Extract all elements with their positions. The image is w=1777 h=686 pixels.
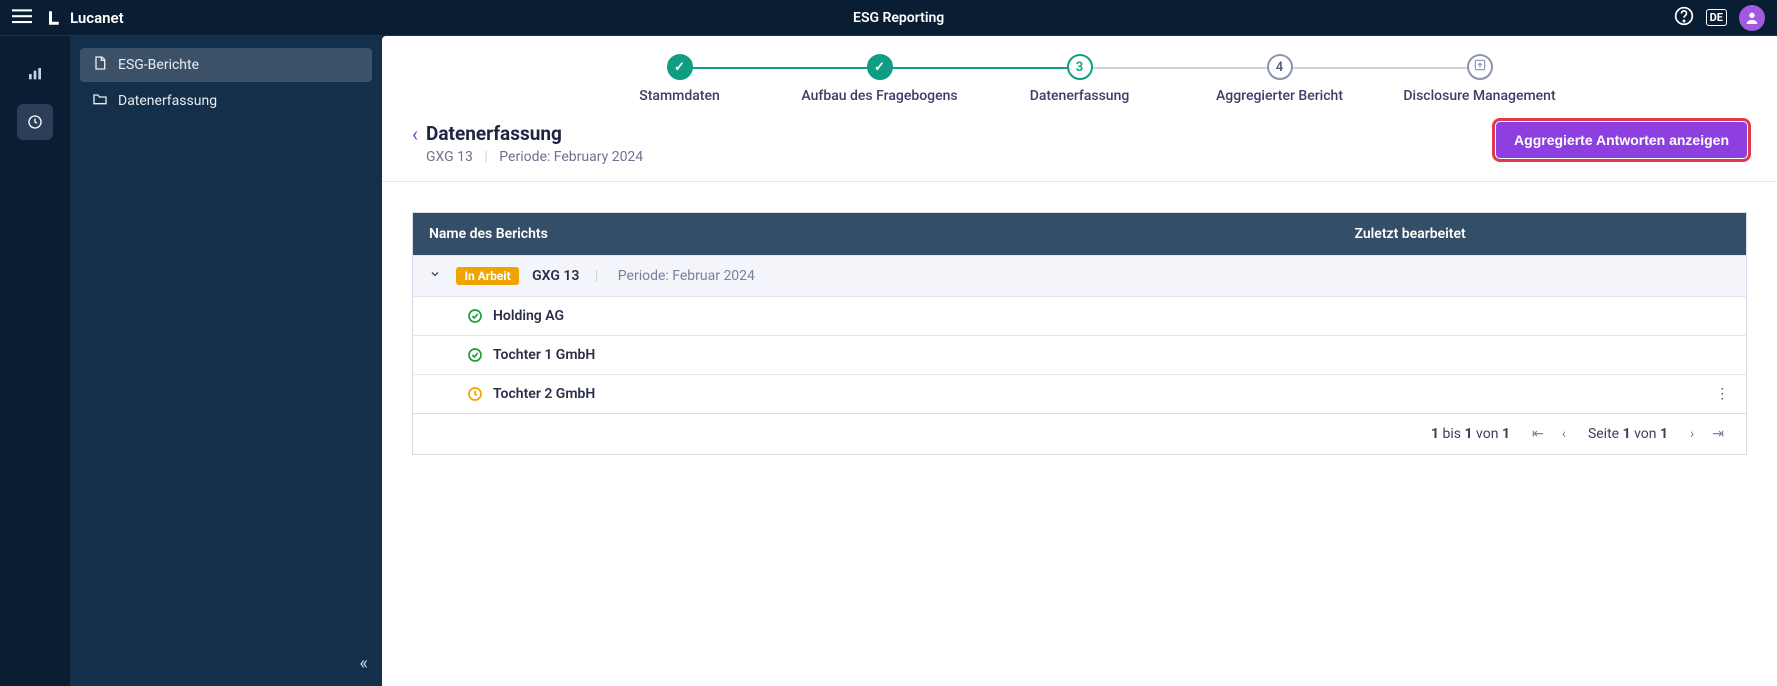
group-name: GXG 13 (532, 268, 579, 284)
col-modified: Zuletzt bearbeitet (1339, 213, 1699, 256)
table-row[interactable]: Tochter 1 GmbH (413, 336, 1747, 375)
sidebar-item-label: ESG-Berichte (118, 57, 199, 73)
pager-prev[interactable]: ‹ (1558, 424, 1570, 444)
export-icon (1473, 58, 1487, 76)
back-button[interactable]: ‹ (412, 122, 418, 146)
show-aggregated-button[interactable]: Aggregierte Antworten anzeigen (1496, 122, 1747, 158)
check-circle-icon (467, 347, 483, 363)
folder-icon (92, 91, 108, 111)
chevron-down-icon[interactable] (429, 268, 443, 284)
step-disclosure[interactable]: Disclosure Management (1380, 54, 1580, 104)
pager-first[interactable]: ⇤ (1528, 424, 1548, 444)
clock-icon (467, 386, 483, 402)
progress-stepper: ✓ Stammdaten ✓ Aufbau des Fragebogens 3 … (382, 36, 1777, 104)
row-actions-menu[interactable]: ⋮ (1699, 375, 1747, 414)
app-title: ESG Reporting (124, 10, 1674, 26)
group-period: Periode: Februar 2024 (618, 268, 755, 284)
check-icon: ✓ (674, 60, 685, 75)
rail-item-analytics[interactable] (17, 56, 53, 92)
brand-logo: Lucanet (46, 9, 124, 27)
step-aufbau[interactable]: ✓ Aufbau des Fragebogens (780, 54, 980, 104)
sidebar-item-label: Datenerfassung (118, 93, 217, 109)
step-aggregiert[interactable]: 4 Aggregierter Bericht (1180, 54, 1380, 104)
page-title: Datenerfassung (426, 122, 643, 145)
language-toggle[interactable]: DE (1706, 9, 1727, 26)
help-icon[interactable] (1674, 6, 1694, 30)
status-badge: In Arbeit (456, 267, 518, 285)
pager-range: 1 bis 1 von 1 (1431, 426, 1510, 442)
table-row[interactable]: Holding AG (413, 297, 1747, 336)
step-stammdaten[interactable]: ✓ Stammdaten (580, 54, 780, 104)
brand-name: Lucanet (70, 9, 124, 27)
sidebar-item-data-collection[interactable]: Datenerfassung (80, 84, 372, 118)
file-icon (92, 55, 108, 75)
pager-last[interactable]: ⇥ (1708, 424, 1728, 444)
reports-table: Name des Berichts Zuletzt bearbeitet In … (412, 212, 1747, 414)
page-meta: GXG 13 | Periode: February 2024 (426, 149, 643, 165)
col-name: Name des Berichts (413, 213, 1339, 256)
check-icon: ✓ (874, 60, 885, 75)
table-row[interactable]: Tochter 2 GmbH ⋮ (413, 375, 1747, 414)
sidebar-collapse[interactable]: « (360, 653, 368, 674)
table-group-row[interactable]: In Arbeit GXG 13 | Periode: Februar 2024 (413, 256, 1747, 297)
pager-next[interactable]: › (1686, 424, 1698, 444)
check-circle-icon (467, 308, 483, 324)
sidebar-item-esg-reports[interactable]: ESG-Berichte (80, 48, 372, 82)
pager-page: Seite 1 von 1 (1588, 426, 1668, 442)
rail-item-esg[interactable] (17, 104, 53, 140)
menu-icon[interactable] (12, 6, 36, 30)
pagination: 1 bis 1 von 1 ⇤ ‹ Seite 1 von 1 › (412, 414, 1747, 455)
step-datenerfassung[interactable]: 3 Datenerfassung (980, 54, 1180, 104)
col-actions (1699, 213, 1747, 256)
user-avatar[interactable] (1739, 5, 1765, 31)
